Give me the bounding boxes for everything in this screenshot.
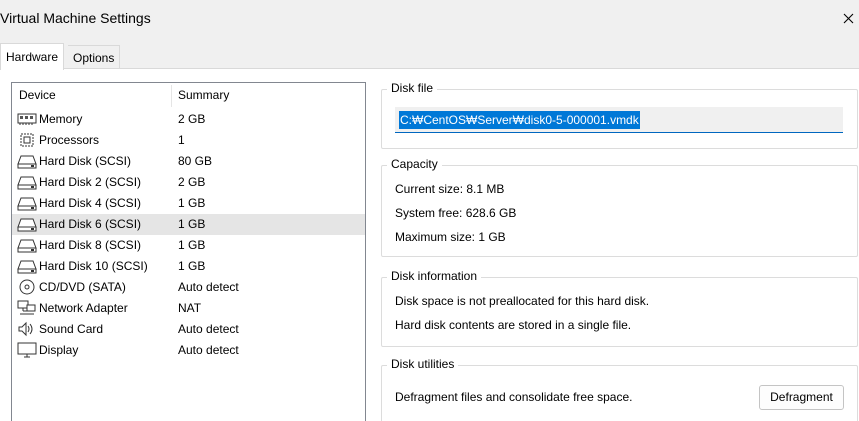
- device-summary: Auto detect: [178, 322, 239, 336]
- device-row-sound-card[interactable]: Sound Card Auto detect: [12, 319, 365, 340]
- title-bar: Virtual Machine Settings: [0, 0, 859, 37]
- device-summary: 2 GB: [178, 112, 206, 126]
- memory-icon: [17, 113, 37, 125]
- device-row-hard-disk-8[interactable]: Hard Disk 8 (SCSI) 1 GB: [12, 235, 365, 256]
- device-row-processors[interactable]: Processors 1: [12, 130, 365, 151]
- device-summary: 1 GB: [178, 196, 206, 210]
- device-name: Hard Disk 10 (SCSI): [39, 259, 148, 273]
- device-row-hard-disk-10[interactable]: Hard Disk 10 (SCSI) 1 GB: [12, 256, 365, 277]
- system-free-text: System free: 628.6 GB: [395, 206, 517, 220]
- display-icon: [17, 342, 37, 358]
- column-header-summary[interactable]: Summary: [178, 88, 229, 102]
- group-label: Capacity: [387, 157, 442, 171]
- device-name: CD/DVD (SATA): [39, 280, 126, 294]
- device-row-hard-disk[interactable]: Hard Disk (SCSI) 80 GB: [12, 151, 365, 172]
- hard-disk-icon: [17, 176, 37, 190]
- device-row-hard-disk-4[interactable]: Hard Disk 4 (SCSI) 1 GB: [12, 193, 365, 214]
- hard-disk-icon: [17, 260, 37, 274]
- device-name: Hard Disk (SCSI): [39, 154, 132, 168]
- device-name: Hard Disk 8 (SCSI): [39, 238, 142, 252]
- device-row-cd-dvd[interactable]: CD/DVD (SATA) Auto detect: [12, 277, 365, 298]
- cd-dvd-icon: [19, 279, 35, 295]
- speaker-icon: [18, 321, 33, 337]
- device-row-hard-disk-2[interactable]: Hard Disk 2 (SCSI) 2 GB: [12, 172, 365, 193]
- tab-strip: Hardware Options: [0, 43, 859, 70]
- device-summary: Auto detect: [178, 280, 239, 294]
- column-separator[interactable]: [171, 85, 172, 107]
- column-header-device[interactable]: Device: [19, 88, 56, 102]
- processor-icon: [20, 133, 34, 147]
- current-size-text: Current size: 8.1 MB: [395, 182, 505, 196]
- device-summary: 1: [178, 133, 185, 147]
- close-icon: [843, 13, 853, 24]
- disk-utilities-group: Disk utilities Defragment files and cons…: [381, 357, 858, 421]
- device-row-display[interactable]: Display Auto detect: [12, 340, 365, 361]
- device-list[interactable]: Device Summary Memory 2 GB Processors 1: [11, 82, 366, 421]
- disk-file-group: Disk file C:₩CentOS₩Server₩disk0-5-00000…: [381, 81, 858, 149]
- device-name: Processors: [39, 133, 100, 147]
- maximum-size-text: Maximum size: 1 GB: [395, 230, 506, 244]
- device-row-memory[interactable]: Memory 2 GB: [12, 109, 365, 130]
- device-summary: Auto detect: [178, 343, 239, 357]
- defragment-description: Defragment files and consolidate free sp…: [395, 390, 633, 404]
- device-summary: 80 GB: [178, 154, 213, 168]
- disk-info-line: Disk space is not preallocated for this …: [395, 294, 650, 308]
- device-name: Hard Disk 2 (SCSI): [39, 175, 142, 189]
- device-name: Network Adapter: [39, 301, 128, 315]
- network-adapter-icon: [17, 300, 36, 315]
- hard-disk-icon: [17, 197, 37, 211]
- device-summary: 1 GB: [178, 259, 206, 273]
- device-name: Hard Disk 6 (SCSI): [39, 217, 142, 231]
- hard-disk-icon: [17, 239, 37, 253]
- tab-hardware[interactable]: Hardware: [0, 43, 65, 70]
- hard-disk-icon: [17, 155, 37, 169]
- disk-info-line: Hard disk contents are stored in a singl…: [395, 318, 632, 332]
- disk-information-group: Disk information Disk space is not preal…: [381, 269, 858, 347]
- disk-file-input[interactable]: C:₩CentOS₩Server₩disk0-5-000001.vmdk: [395, 107, 843, 133]
- disk-file-path: C:₩CentOS₩Server₩disk0-5-000001.vmdk: [399, 111, 640, 129]
- hard-disk-icon: [17, 218, 37, 232]
- device-summary: 1 GB: [178, 217, 206, 231]
- group-label: Disk file: [387, 81, 438, 95]
- group-label: Disk information: [387, 269, 482, 283]
- device-row-network-adapter[interactable]: Network Adapter NAT: [12, 298, 365, 319]
- device-name: Display: [39, 343, 79, 357]
- defragment-button[interactable]: Defragment: [759, 385, 844, 410]
- device-name: Sound Card: [39, 322, 104, 336]
- tab-options[interactable]: Options: [68, 45, 121, 69]
- capacity-group: Capacity Current size: 8.1 MB System fre…: [381, 157, 858, 257]
- hardware-panel: Device Summary Memory 2 GB Processors 1: [0, 68, 859, 421]
- device-name: Memory: [39, 112, 83, 126]
- device-name: Hard Disk 4 (SCSI): [39, 196, 142, 210]
- close-button[interactable]: [837, 0, 859, 37]
- group-label: Disk utilities: [387, 357, 459, 371]
- list-header: Device Summary: [12, 83, 365, 109]
- window-title: Virtual Machine Settings: [0, 10, 151, 26]
- device-row-hard-disk-6[interactable]: Hard Disk 6 (SCSI) 1 GB: [12, 214, 365, 235]
- device-summary: NAT: [178, 301, 202, 315]
- device-summary: 2 GB: [178, 175, 206, 189]
- device-summary: 1 GB: [178, 238, 206, 252]
